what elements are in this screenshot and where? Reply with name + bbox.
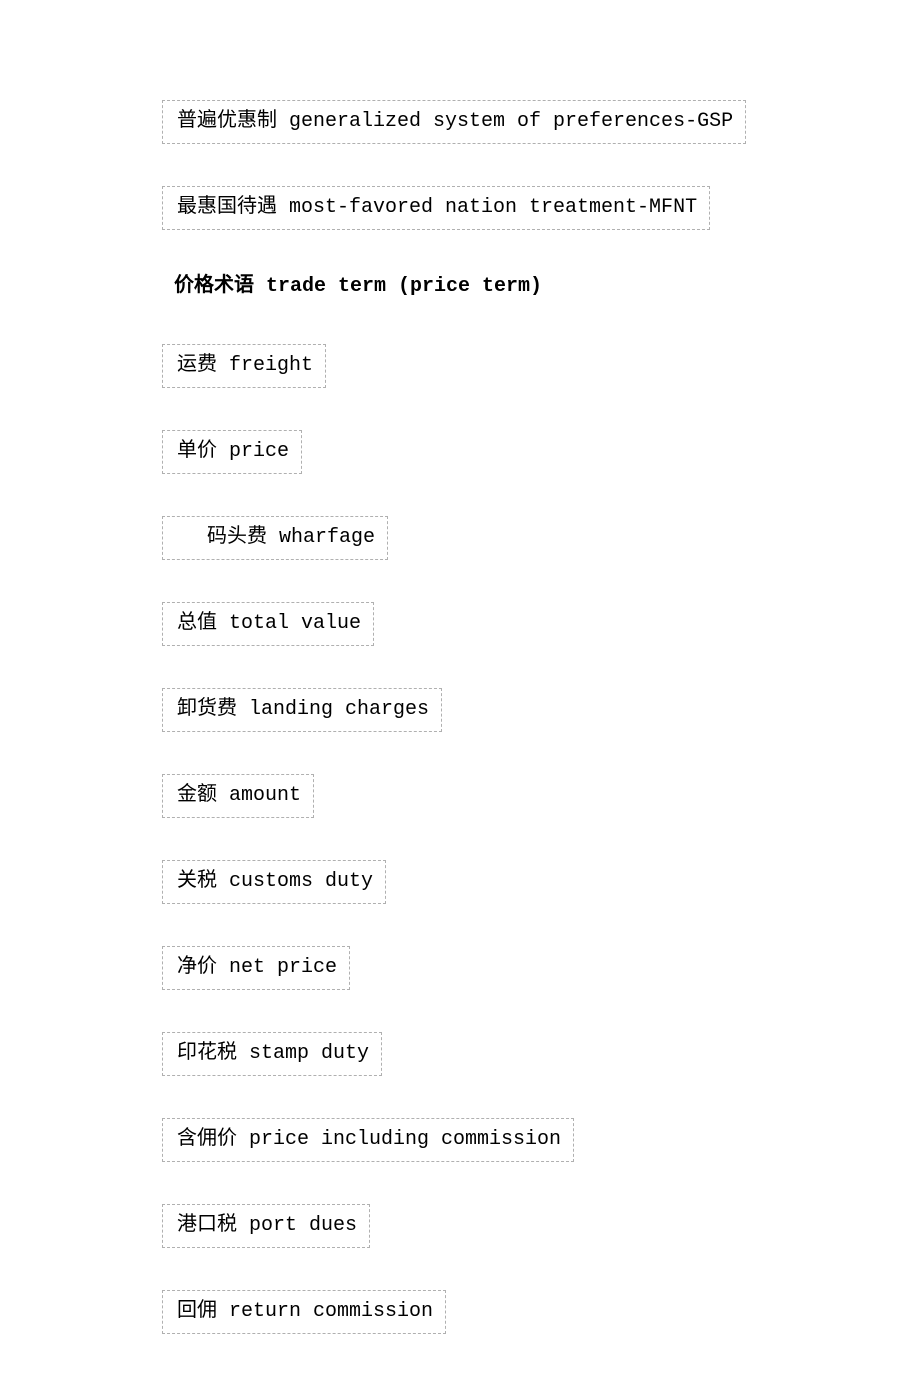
term-gsp: 普遍优惠制 generalized system of preferences-… <box>162 100 746 144</box>
term-mfnt: 最惠国待遇 most-favored nation treatment-MFNT <box>162 186 710 230</box>
term-price: 单价 price <box>162 430 302 474</box>
term-freight: 运费 freight <box>162 344 326 388</box>
section-heading-price-term: 价格术语 trade term (price term) <box>162 272 758 302</box>
term-customs-duty: 关税 customs duty <box>162 860 386 904</box>
term-net-price: 净价 net price <box>162 946 350 990</box>
term-stamp-duty: 印花税 stamp duty <box>162 1032 382 1076</box>
term-total-value: 总值 total value <box>162 602 374 646</box>
term-wharfage: 码头费 wharfage <box>162 516 388 560</box>
term-price-including-commission: 含佣价 price including commission <box>162 1118 574 1162</box>
term-port-dues: 港口税 port dues <box>162 1204 370 1248</box>
term-return-commission: 回佣 return commission <box>162 1290 446 1334</box>
term-landing-charges: 卸货费 landing charges <box>162 688 442 732</box>
term-amount: 金额 amount <box>162 774 314 818</box>
